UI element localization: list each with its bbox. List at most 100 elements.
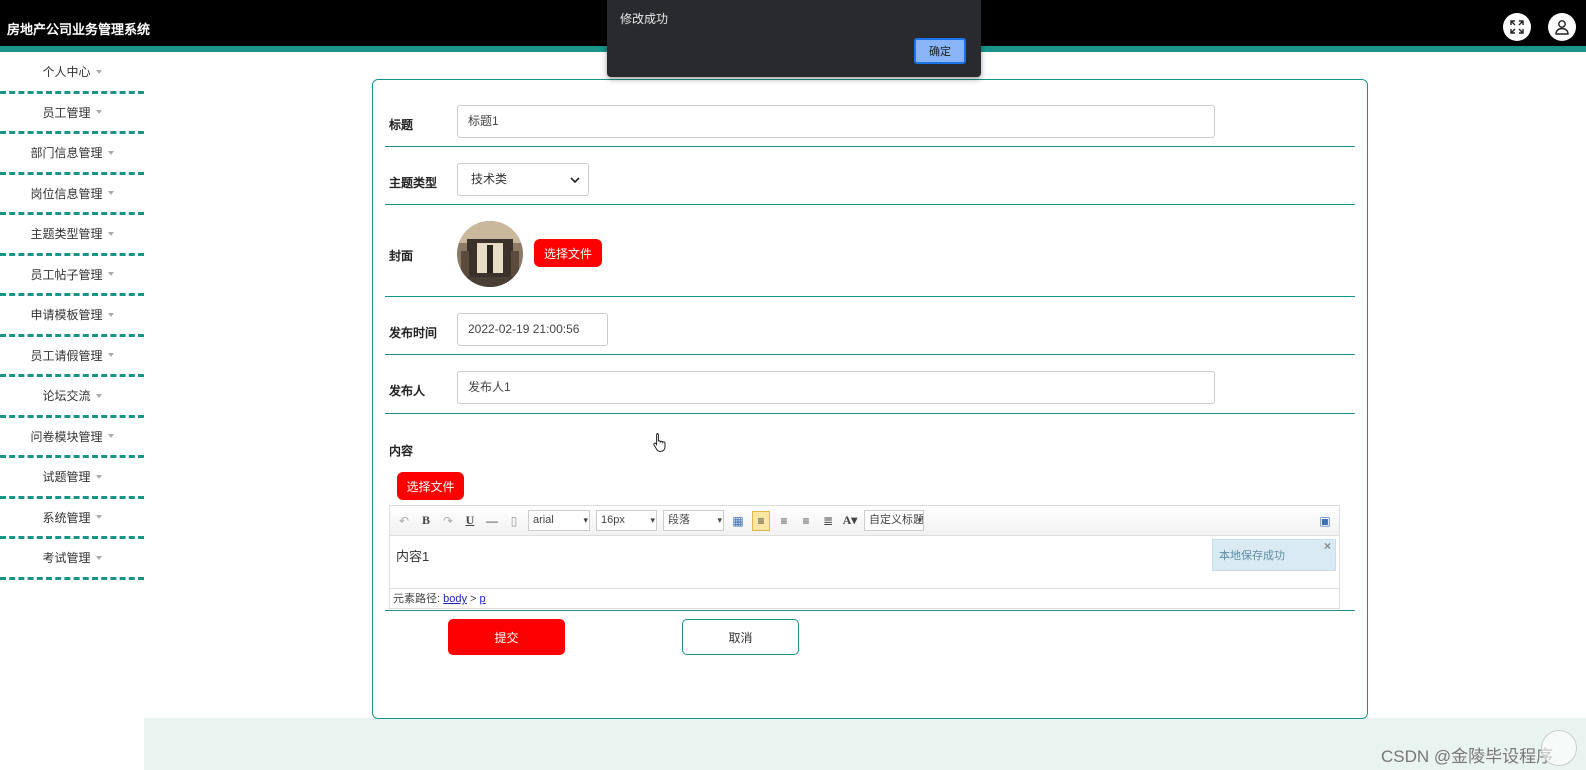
font-color-icon[interactable]: A▾ xyxy=(842,513,858,528)
bold-icon[interactable]: B xyxy=(418,513,434,528)
element-path-p-link[interactable]: p xyxy=(480,593,486,605)
alert-message: 修改成功 xyxy=(620,12,669,26)
sidebar-item-questions[interactable]: 试题管理 xyxy=(0,458,144,499)
app-title: 房地产公司业务管理系统 xyxy=(7,22,151,37)
sidebar-item-label: 系统管理 xyxy=(42,510,91,525)
caret-down-icon xyxy=(107,231,114,236)
sidebar-item-positions[interactable]: 岗位信息管理 xyxy=(0,175,144,215)
sidebar-item-label: 试题管理 xyxy=(42,470,91,485)
paragraph-select[interactable]: 段落 xyxy=(663,510,724,531)
sidebar-item-application-templates[interactable]: 申请模板管理 xyxy=(0,296,144,337)
back-to-top-button[interactable] xyxy=(1541,730,1577,766)
hand-cursor-icon xyxy=(653,433,666,452)
editor-toolbar: ↶ B ↷ U — ▯ arial 16px 段落 ▦ ≡ ≡ ≡ ≣ A▾ 自… xyxy=(390,506,1339,536)
expand-icon xyxy=(1510,20,1524,34)
close-icon[interactable]: × xyxy=(1324,530,1331,562)
sidebar-item-leave-requests[interactable]: 员工请假管理 xyxy=(0,337,144,377)
title-input[interactable]: 标题1 xyxy=(457,105,1215,138)
table-icon[interactable]: ▦ xyxy=(730,514,746,528)
element-path-bar: 元素路径: body > p xyxy=(390,588,1339,608)
align-left-icon[interactable]: ≡ xyxy=(752,510,770,531)
caret-down-icon xyxy=(95,69,102,74)
cover-label: 封面 xyxy=(389,249,414,263)
publisher-label: 发布人 xyxy=(389,384,426,398)
sidebar-item-label: 员工管理 xyxy=(42,105,91,120)
page-icon[interactable]: ▯ xyxy=(506,514,522,528)
sidebar-item-personal-center[interactable]: 个人中心 xyxy=(0,53,144,94)
fullscreen-button[interactable] xyxy=(1503,13,1531,41)
fullscreen-editor-icon[interactable]: ▣ xyxy=(1317,514,1333,528)
sidebar-item-label: 员工请假管理 xyxy=(30,348,103,363)
redo-icon[interactable]: ↷ xyxy=(440,514,456,528)
underline-icon[interactable]: U xyxy=(462,513,478,528)
sidebar-item-forum[interactable]: 论坛交流 xyxy=(0,377,144,418)
form-row-title: 标题 标题1 xyxy=(385,80,1355,147)
user-menu-button[interactable] xyxy=(1548,13,1576,41)
caret-down-icon xyxy=(95,393,102,398)
sidebar-item-questionnaires[interactable]: 问卷模块管理 xyxy=(0,418,144,458)
caret-down-icon xyxy=(107,150,114,155)
align-right-icon[interactable]: ≡ xyxy=(776,514,792,528)
submit-button[interactable]: 提交 xyxy=(448,619,565,655)
sidebar: 个人中心 员工管理 部门信息管理 岗位信息管理 主题类型管理 员工帖子管理 申请… xyxy=(0,53,144,580)
watermark: CSDN @金陵毕设程序 xyxy=(1381,747,1554,766)
sidebar-item-label: 个人中心 xyxy=(42,65,91,80)
cover-image xyxy=(457,221,523,287)
horizontal-rule-icon[interactable]: — xyxy=(484,514,500,528)
edit-form-card: 标题 标题1 主题类型 技术类 封面 选择文件 发布时间 2022-02-19 … xyxy=(372,79,1368,719)
caret-down-icon xyxy=(95,515,102,520)
chevron-down-icon xyxy=(570,177,580,184)
local-save-toast: 本地保存成功 × xyxy=(1212,539,1336,571)
align-center-icon[interactable]: ≡ xyxy=(798,514,814,528)
sidebar-item-label: 考试管理 xyxy=(42,551,91,566)
form-row-publish-time: 发布时间 2022-02-19 21:00:56 xyxy=(385,297,1355,355)
topic-type-label: 主题类型 xyxy=(389,176,438,190)
cancel-button[interactable]: 取消 xyxy=(682,619,799,655)
caret-down-icon xyxy=(107,353,114,358)
caret-down-icon xyxy=(107,272,114,277)
font-size-select[interactable]: 16px xyxy=(596,510,657,531)
caret-down-icon xyxy=(107,312,114,317)
font-family-select[interactable]: arial xyxy=(528,510,590,531)
sidebar-item-employee-posts[interactable]: 员工帖子管理 xyxy=(0,256,144,296)
alert-dialog: 修改成功 确定 xyxy=(607,0,981,77)
cover-choose-file-button[interactable]: 选择文件 xyxy=(534,239,602,267)
element-path-body-link[interactable]: body xyxy=(443,593,467,605)
sidebar-item-label: 论坛交流 xyxy=(42,389,91,404)
content-label: 内容 xyxy=(389,444,414,458)
caret-down-icon xyxy=(107,191,114,196)
footer-background xyxy=(144,718,1586,770)
sidebar-item-exams[interactable]: 考试管理 xyxy=(0,539,144,580)
publish-time-label: 发布时间 xyxy=(389,326,438,340)
sidebar-item-system[interactable]: 系统管理 xyxy=(0,499,144,539)
topic-type-select[interactable]: 技术类 xyxy=(457,163,589,196)
element-path-separator: > xyxy=(470,593,477,605)
form-row-publisher: 发布人 发布人1 xyxy=(385,355,1355,414)
sidebar-item-topic-types[interactable]: 主题类型管理 xyxy=(0,215,144,256)
editor-content-area[interactable]: 内容1 本地保存成功 × xyxy=(390,536,1339,588)
caret-down-icon xyxy=(95,474,102,479)
rich-text-editor: ↶ B ↷ U — ▯ arial 16px 段落 ▦ ≡ ≡ ≡ ≣ A▾ 自… xyxy=(389,505,1340,609)
sidebar-item-label: 员工帖子管理 xyxy=(30,267,103,282)
title-label: 标题 xyxy=(389,118,414,132)
caret-down-icon xyxy=(107,434,114,439)
content-choose-file-button[interactable]: 选择文件 xyxy=(397,472,464,500)
align-justify-icon[interactable]: ≣ xyxy=(820,514,836,528)
form-row-topic-type: 主题类型 技术类 xyxy=(385,147,1355,205)
editor-content-text: 内容1 xyxy=(396,549,430,564)
sidebar-item-label: 岗位信息管理 xyxy=(30,186,103,201)
sidebar-item-label: 申请模板管理 xyxy=(30,308,103,323)
sidebar-item-employees[interactable]: 员工管理 xyxy=(0,94,144,134)
publish-time-input[interactable]: 2022-02-19 21:00:56 xyxy=(457,313,608,346)
sidebar-item-label: 主题类型管理 xyxy=(30,227,103,242)
sidebar-item-departments[interactable]: 部门信息管理 xyxy=(0,134,144,175)
alert-ok-button[interactable]: 确定 xyxy=(914,38,966,64)
undo-icon[interactable]: ↶ xyxy=(396,514,412,528)
caret-down-icon xyxy=(95,110,102,115)
sidebar-item-label: 问卷模块管理 xyxy=(30,429,103,444)
form-row-cover: 封面 选择文件 xyxy=(385,205,1355,297)
user-icon xyxy=(1555,20,1569,35)
custom-title-select[interactable]: 自定义标题 xyxy=(864,510,924,531)
local-save-toast-text: 本地保存成功 xyxy=(1219,550,1285,562)
publisher-input[interactable]: 发布人1 xyxy=(457,371,1215,404)
